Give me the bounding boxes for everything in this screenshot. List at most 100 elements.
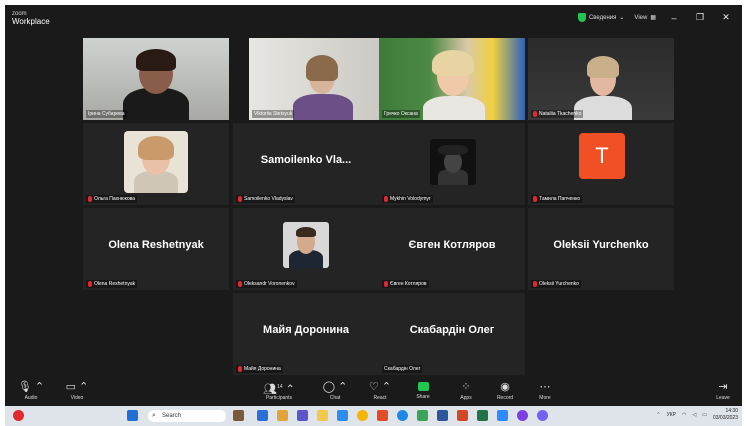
- avatar-photo: [124, 131, 188, 193]
- audio-label: Audio: [24, 395, 38, 401]
- video-tile[interactable]: Viktoriia Stetsyuk: [249, 38, 395, 120]
- apps-button[interactable]: ⁘ Apps: [446, 380, 486, 401]
- video-tile[interactable]: Гречко Оксана: [379, 38, 525, 120]
- share-screen-icon: [417, 382, 429, 391]
- video-tile[interactable]: Oleksii Yurchenko Oleksii Yurchenko: [528, 208, 674, 290]
- app-icon[interactable]: [377, 410, 388, 421]
- react-button[interactable]: ♡ ⌃ React: [360, 380, 400, 401]
- chevron-up-icon[interactable]: ⌃: [656, 412, 660, 418]
- participant-nametag: Nataliia Tkachenko: [531, 110, 584, 118]
- mic-muted-icon: [384, 196, 388, 202]
- record-icon: ◉: [500, 381, 510, 393]
- participant-name: Samoilenko Vladyslav: [244, 196, 293, 202]
- video-label: Video: [70, 395, 84, 401]
- leave-label: Leave: [716, 395, 730, 401]
- video-tile[interactable]: Olena Reshetnyak Olena Reshetnyak: [83, 208, 229, 290]
- search-icon: ⌕: [152, 412, 156, 419]
- audio-button[interactable]: 🎙︎ ⌃ Audio: [11, 380, 51, 401]
- person-silhouette: [293, 94, 353, 120]
- minimize-button[interactable]: –: [666, 13, 682, 23]
- view-button[interactable]: View ▦: [634, 14, 656, 22]
- hat-icon: [438, 145, 468, 155]
- lang-indicator[interactable]: УКР: [667, 412, 676, 418]
- participant-name: Olena Reshetnyak: [94, 281, 136, 287]
- participant-nametag: Тамила Папченко: [531, 195, 583, 203]
- participant-nametag: Гречко Оксана: [382, 110, 420, 118]
- video-tile[interactable]: Ольга Пахнюкова: [83, 123, 229, 205]
- video-tile[interactable]: Mykhin Volodymyr: [379, 123, 525, 205]
- video-tile[interactable]: Євген Котляров Євген Котляров: [379, 208, 525, 290]
- windows-start-icon[interactable]: [127, 410, 138, 421]
- video-tile[interactable]: Скабардін Олег Скабардін Олег: [379, 293, 525, 375]
- mic-muted-icon: [88, 281, 92, 287]
- excel-icon[interactable]: [477, 410, 488, 421]
- share-button[interactable]: Share: [403, 380, 443, 400]
- person-hair: [136, 49, 176, 71]
- video-button[interactable]: ▭ ⌃ Video: [57, 380, 97, 401]
- apps-icon: ⁘: [461, 381, 471, 393]
- more-button[interactable]: ⋯ More: [525, 380, 565, 401]
- video-tile[interactable]: Ірина Субарева: [83, 38, 229, 120]
- participant-display-name: Oleksii Yurchenko: [553, 239, 649, 251]
- more-label: More: [539, 395, 551, 401]
- participant-name: Mykhin Volodymyr: [390, 196, 431, 202]
- participant-display-name: Майя Доронина: [263, 324, 349, 336]
- video-tile[interactable]: Nataliia Tkachenko: [528, 38, 674, 120]
- participant-nametag: Oleksii Yurchenko: [531, 280, 581, 288]
- record-label: Record: [496, 395, 514, 401]
- participant-display-name: Євген Котляров: [408, 239, 496, 251]
- weather-icon[interactable]: [13, 410, 24, 421]
- security-info-button[interactable]: Сведения ⌄: [577, 13, 624, 22]
- acrobat-icon[interactable]: [457, 410, 468, 421]
- chat-button[interactable]: ◯ ⌃ Chat: [315, 380, 355, 401]
- app-icon[interactable]: [277, 410, 288, 421]
- record-button[interactable]: ◉ Record: [485, 380, 525, 401]
- volume-icon[interactable]: ◁: [692, 412, 696, 418]
- participant-name: Майя Доронина: [244, 366, 281, 372]
- wifi-icon[interactable]: ◠: [682, 412, 686, 418]
- participant-nametag: Viktoriia Stetsyuk: [252, 110, 295, 118]
- participant-nametag: Olena Reshetnyak: [86, 280, 138, 288]
- store-icon[interactable]: [337, 410, 348, 421]
- avatar-initial: T: [579, 133, 625, 179]
- clock-date: 03/03/2023: [712, 415, 738, 421]
- participant-name: Тамила Папченко: [539, 196, 581, 202]
- edge-icon[interactable]: [397, 410, 408, 421]
- title-bar: zoom Workplace Сведения ⌄ View ▦ – ❐ ✕: [5, 5, 742, 31]
- viber-icon[interactable]: [537, 410, 548, 421]
- widget-icon[interactable]: [233, 410, 244, 421]
- participant-nametag: Mykhin Volodymyr: [382, 195, 433, 203]
- participant-name: Viktoriia Stetsyuk: [254, 111, 293, 117]
- app-icon[interactable]: [417, 410, 428, 421]
- close-button[interactable]: ✕: [718, 12, 734, 23]
- participants-button[interactable]: 👥︎14 ⌃ Participants: [259, 380, 299, 401]
- teams-icon[interactable]: [297, 410, 308, 421]
- chrome-icon[interactable]: [357, 410, 368, 421]
- video-tile[interactable]: Майя Доронина Майя Доронина: [233, 293, 379, 375]
- task-view-icon[interactable]: [257, 410, 268, 421]
- mic-muted-icon: [238, 366, 242, 372]
- grid-icon: ▦: [650, 15, 656, 21]
- app-icon[interactable]: [517, 410, 528, 421]
- system-tray: ⌃ УКР ◠ ◁ ▭ 14:30 03/03/2023: [656, 408, 738, 422]
- video-tile[interactable]: Samoilenko Vla... Samoilenko Vladyslav: [233, 123, 379, 205]
- more-icon: ⋯: [539, 381, 551, 393]
- file-explorer-icon[interactable]: [317, 410, 328, 421]
- battery-icon[interactable]: ▭: [702, 412, 707, 418]
- leave-button[interactable]: ⇥ Leave: [703, 380, 742, 401]
- participant-name: Oleksandr Voronenkov: [244, 281, 295, 287]
- video-tile[interactable]: Oleksandr Voronenkov: [233, 208, 379, 290]
- video-tile[interactable]: T Тамила Папченко: [528, 123, 674, 205]
- mic-muted-icon: [238, 196, 242, 202]
- participant-nametag: Samoilenko Vladyslav: [236, 195, 295, 203]
- word-icon[interactable]: [437, 410, 448, 421]
- participant-nametag: Скабардін Олег: [382, 365, 423, 373]
- zoom-icon[interactable]: [497, 410, 508, 421]
- clock[interactable]: 14:30 03/03/2023: [713, 408, 738, 422]
- participant-nametag: Ольга Пахнюкова: [86, 195, 138, 203]
- person-hair: [306, 55, 338, 81]
- avatar-photo: [430, 139, 476, 185]
- restore-button[interactable]: ❐: [692, 12, 708, 23]
- participant-name: Ірина Субарева: [88, 111, 125, 117]
- taskbar-search[interactable]: ⌕ Search: [148, 410, 226, 422]
